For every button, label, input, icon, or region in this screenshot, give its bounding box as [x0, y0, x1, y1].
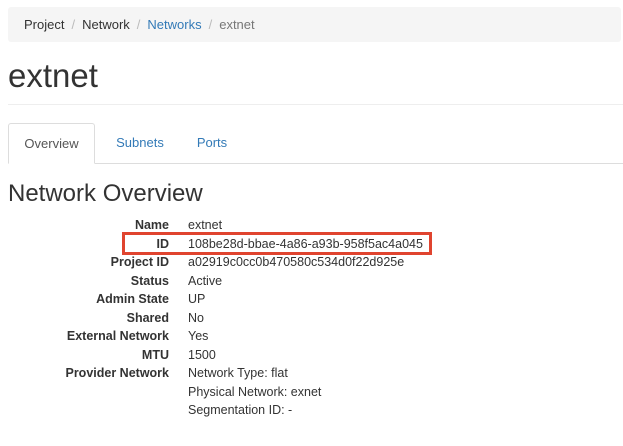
tab-subnets[interactable]: Subnets	[106, 123, 174, 164]
provider-segmentation-id: Segmentation ID: -	[188, 403, 293, 417]
detail-label: ID	[156, 236, 170, 251]
breadcrumb-current: extnet	[219, 17, 255, 32]
detail-row-mtu: MTU 1500	[0, 346, 623, 365]
detail-row-provider-network: Provider Network Network Type: flat Phys…	[0, 364, 623, 420]
detail-label: Status	[130, 273, 169, 288]
title-divider	[8, 104, 623, 105]
breadcrumb-project: Project	[24, 17, 65, 32]
detail-value: a02919c0cc0b470580c534d0f22d925e	[188, 255, 405, 269]
provider-physical-network: Physical Network: exnet	[188, 384, 322, 399]
detail-row-admin-state: Admin State UP	[0, 290, 623, 309]
breadcrumb-separator: /	[208, 17, 213, 32]
detail-value: UP	[188, 292, 206, 306]
tab-bar: Overview Subnets Ports	[8, 123, 623, 164]
tab-overview[interactable]: Overview	[8, 123, 95, 164]
detail-label: MTU	[141, 347, 169, 362]
breadcrumb-separator: /	[136, 17, 141, 32]
network-details-list: Name extnet ID 108be28d-bbae-4a86-a93b-9…	[0, 216, 623, 420]
detail-value: Yes	[188, 329, 209, 343]
section-title: Network Overview	[8, 180, 203, 207]
detail-row-name: Name extnet	[0, 216, 623, 235]
detail-value: Active	[188, 273, 223, 288]
detail-value: No	[188, 310, 204, 325]
detail-label: External Network	[66, 329, 169, 343]
breadcrumb-networks-link[interactable]: Networks	[147, 17, 201, 32]
detail-label: Provider Network	[65, 366, 169, 380]
detail-value: 1500	[188, 347, 216, 362]
detail-row-status: Status Active	[0, 272, 623, 291]
detail-label: Name	[134, 218, 169, 232]
detail-row-project-id: Project ID a02919c0cc0b470580c534d0f22d9…	[0, 253, 623, 272]
detail-row-shared: Shared No	[0, 309, 623, 328]
detail-label: Admin State	[96, 292, 169, 306]
detail-row-external-network: External Network Yes	[0, 327, 623, 346]
detail-row-id: ID 108be28d-bbae-4a86-a93b-958f5ac4a045	[0, 235, 623, 254]
provider-network-type: Network Type: flat	[188, 366, 288, 380]
page-title: extnet	[8, 57, 98, 94]
tab-ports[interactable]: Ports	[188, 123, 236, 164]
detail-value: extnet	[188, 218, 223, 232]
detail-label: Shared	[126, 310, 169, 325]
detail-value: Network Type: flat Physical Network: exn…	[188, 364, 321, 420]
detail-value: 108be28d-bbae-4a86-a93b-958f5ac4a045	[188, 236, 423, 251]
breadcrumb-network: Network	[82, 17, 130, 32]
detail-label: Project ID	[110, 255, 169, 269]
breadcrumb: Project / Network / Networks / extnet	[8, 7, 621, 42]
breadcrumb-separator: /	[71, 17, 76, 32]
